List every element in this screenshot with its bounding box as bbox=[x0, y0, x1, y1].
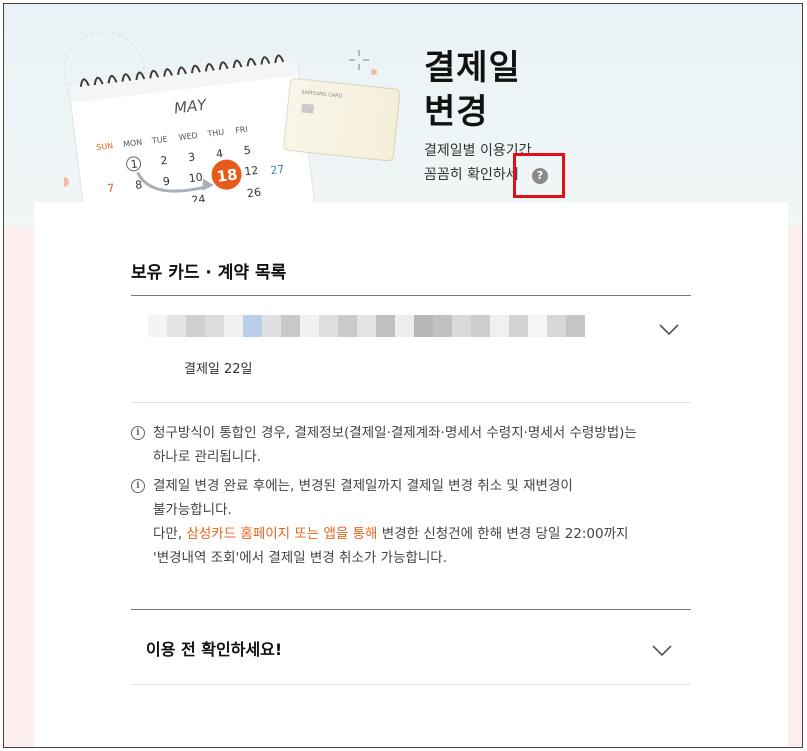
list-divider bbox=[131, 402, 691, 403]
accordion-divider bbox=[131, 684, 691, 685]
accordion-title-before-use[interactable]: 이용 전 확인하세요! bbox=[146, 636, 282, 660]
info-icon: i bbox=[131, 479, 145, 493]
highlight-annotation-box bbox=[513, 153, 565, 198]
pay-day-label: 결제일 22일 bbox=[184, 362, 253, 377]
svg-text:10: 10 bbox=[188, 171, 203, 186]
highlight-text: 삼성카드 홈페이지 또는 앱을 통해 bbox=[186, 526, 378, 542]
svg-text:27: 27 bbox=[270, 163, 285, 178]
svg-text:12: 12 bbox=[244, 164, 259, 179]
svg-text:26: 26 bbox=[246, 186, 261, 201]
app-frame: MAY SUN MON TUE WED THU FRI 1 2 3 4 5 7 bbox=[3, 3, 803, 748]
hero-banner: MAY SUN MON TUE WED THU FRI 1 2 3 4 5 7 bbox=[4, 4, 802, 226]
page-title: 결제일 변경 bbox=[424, 48, 521, 132]
section-divider bbox=[131, 609, 691, 610]
svg-text:FRI: FRI bbox=[235, 125, 249, 135]
expand-card-chevron-icon[interactable] bbox=[658, 323, 680, 337]
calendar-illustration: MAY SUN MON TUE WED THU FRI 1 2 3 4 5 7 bbox=[64, 31, 401, 212]
section-title-cards: 보유 카드 · 계약 목록 bbox=[131, 263, 287, 283]
section-divider bbox=[131, 295, 691, 296]
card-number-masked bbox=[148, 315, 585, 337]
accordion-chevron-icon[interactable] bbox=[651, 644, 673, 658]
svg-text:18: 18 bbox=[216, 165, 239, 185]
notice-change-restriction: i 결제일 변경 완료 후에는, 변경된 결제일까지 결제일 변경 취소 및 재… bbox=[131, 474, 711, 570]
info-icon: i bbox=[131, 426, 145, 440]
content-card: 보유 카드 · 계약 목록 결제일 22일 i 청구방식이 통합인 경우, 결제… bbox=[34, 202, 788, 747]
notice-billing-integrated: i 청구방식이 통합인 경우, 결제정보(결제일·결제계좌·명세서 수령지·명세… bbox=[131, 421, 711, 469]
